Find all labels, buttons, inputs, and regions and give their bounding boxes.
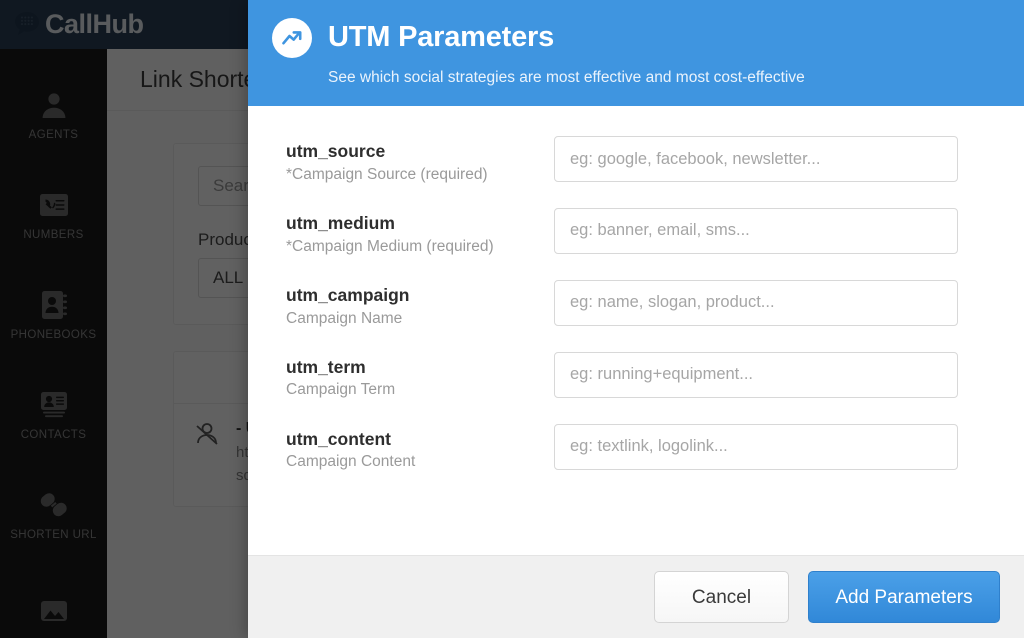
- utm-medium-input[interactable]: [554, 207, 958, 254]
- modal-title: UTM Parameters: [328, 21, 555, 54]
- field-labels-utm-content: utm_content Campaign Content: [286, 424, 554, 473]
- field-key-utm-campaign: utm_campaign: [286, 284, 410, 305]
- utm-term-input[interactable]: [554, 351, 958, 398]
- modal-footer: Cancel Add Parameters: [248, 555, 1024, 638]
- field-key-utm-term: utm_term: [286, 356, 366, 377]
- utm-parameters-modal: UTM Parameters See which social strategi…: [248, 0, 1024, 638]
- field-labels-utm-term: utm_term Campaign Term: [286, 352, 554, 401]
- cancel-button[interactable]: Cancel: [654, 571, 789, 623]
- field-key-utm-source: utm_source: [286, 141, 386, 161]
- modal-body: utm_source *Campaign Source (required) u…: [248, 106, 1024, 555]
- utm-source-input[interactable]: [554, 136, 958, 182]
- field-desc-utm-source: *Campaign Source (required): [286, 165, 488, 183]
- trending-up-icon: [272, 18, 312, 58]
- field-desc-utm-term: Campaign Term: [286, 381, 396, 399]
- field-labels-utm-source: utm_source *Campaign Source (required): [286, 136, 554, 185]
- screen: CallHub AGENTS: [0, 0, 1024, 638]
- add-parameters-button[interactable]: Add Parameters: [808, 571, 1000, 623]
- field-desc-utm-content: Campaign Content: [286, 453, 416, 471]
- modal-subtitle: See which social strategies are most eff…: [328, 69, 805, 86]
- utm-content-input[interactable]: [554, 423, 958, 470]
- field-desc-utm-campaign: Campaign Name: [286, 309, 403, 327]
- field-labels-utm-campaign: utm_campaign Campaign Name: [286, 280, 554, 329]
- field-key-utm-content: utm_content: [286, 428, 391, 449]
- field-row-utm-content: utm_content Campaign Content: [286, 423, 958, 473]
- utm-campaign-input[interactable]: [554, 279, 958, 326]
- field-labels-utm-medium: utm_medium *Campaign Medium (required): [286, 208, 554, 257]
- field-key-utm-medium: utm_medium: [286, 212, 395, 233]
- field-row-utm-campaign: utm_campaign Campaign Name: [286, 279, 958, 329]
- field-row-utm-medium: utm_medium *Campaign Medium (required): [286, 207, 958, 257]
- field-row-utm-source: utm_source *Campaign Source (required): [286, 136, 958, 185]
- field-row-utm-term: utm_term Campaign Term: [286, 351, 958, 401]
- field-desc-utm-medium: *Campaign Medium (required): [286, 237, 494, 255]
- modal-header: UTM Parameters See which social strategi…: [248, 0, 1024, 106]
